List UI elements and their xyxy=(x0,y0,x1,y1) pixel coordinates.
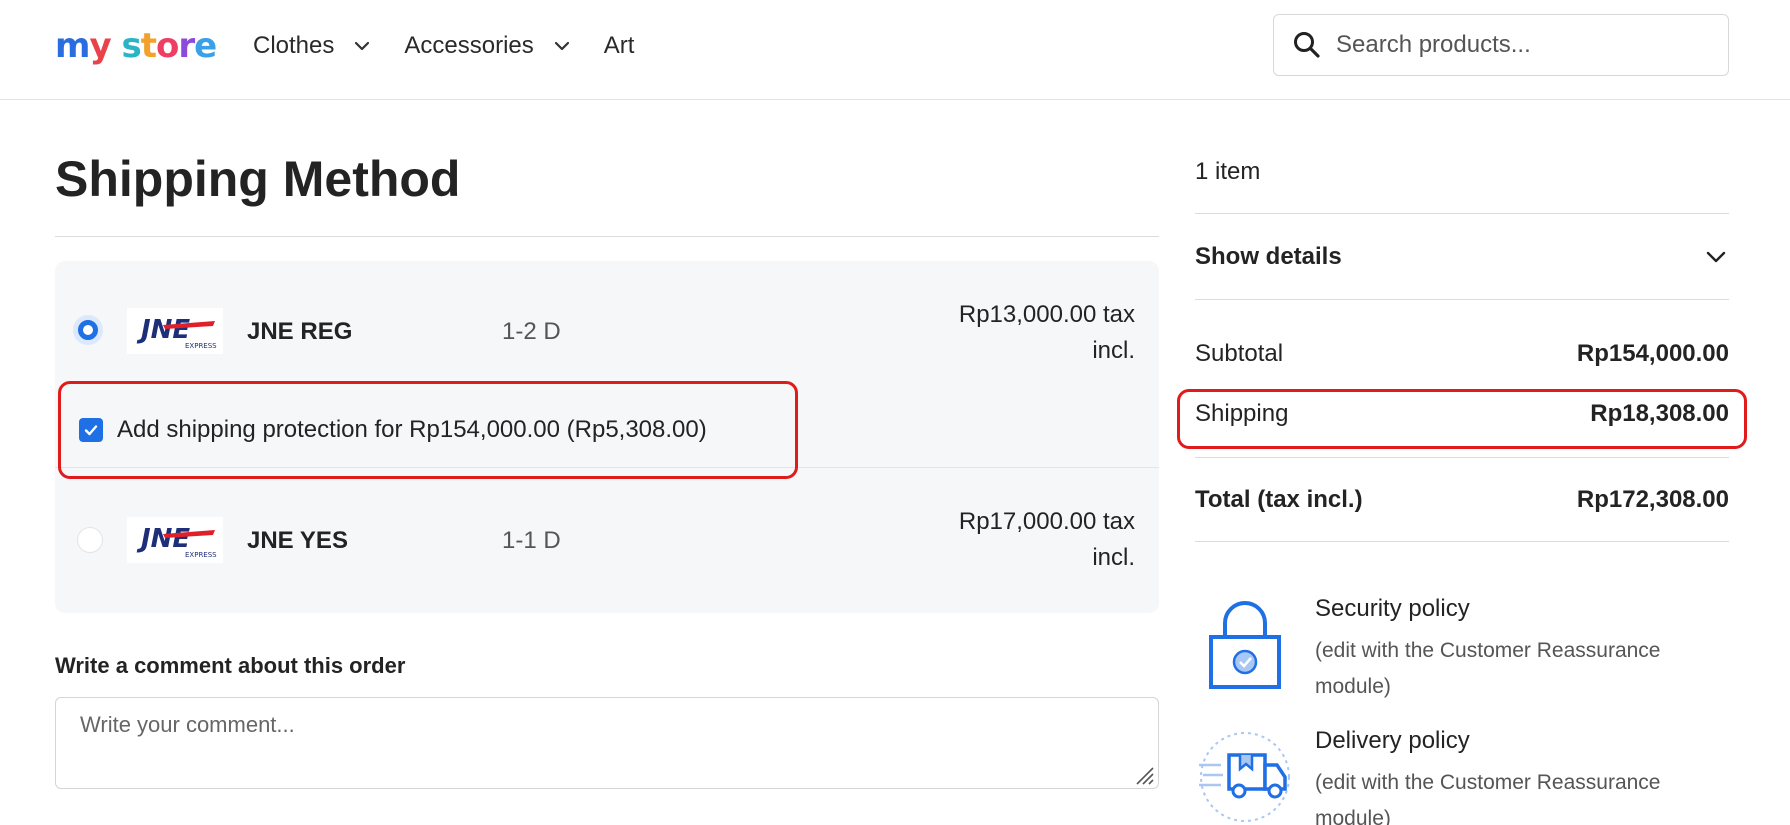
carrier-price: Rp17,000.00 tax incl. xyxy=(895,504,1135,576)
subtotal-value: Rp154,000.00 xyxy=(1576,340,1729,367)
carrier-delay: 1-2 D xyxy=(502,318,561,345)
carrier-radio[interactable] xyxy=(77,527,103,553)
shipping-protection-label: Add shipping protection for Rp154,000.00… xyxy=(117,416,707,443)
nav-item-label: Clothes xyxy=(253,32,335,59)
carrier-option-jne-yes[interactable]: JNE EXPRESS JNE YES 1-1 D Rp17,000.00 ta… xyxy=(55,468,1159,613)
store-logo[interactable]: my store xyxy=(55,18,217,74)
resize-handle-icon[interactable] xyxy=(1133,764,1155,786)
carrier-price-tax-note: incl. xyxy=(1092,544,1135,571)
chevron-down-icon xyxy=(554,41,569,51)
svg-text:EXPRESS: EXPRESS xyxy=(185,551,217,559)
subtotal-row: Subtotal Rp154,000.00 xyxy=(1195,340,1729,368)
carrier-delay: 1-1 D xyxy=(502,527,561,554)
jne-express-logo: JNE EXPRESS xyxy=(127,517,223,563)
nav-item-clothes[interactable]: Clothes xyxy=(253,32,372,60)
show-details-label: Show details xyxy=(1195,243,1342,270)
chevron-down-icon xyxy=(355,41,370,51)
carrier-radio-selected[interactable] xyxy=(73,315,103,345)
divider xyxy=(1195,457,1729,458)
shipping-protection-checkbox[interactable] xyxy=(79,418,103,442)
search-input[interactable] xyxy=(1336,31,1696,59)
carrier-option-jne-reg[interactable]: JNE EXPRESS JNE REG 1-2 D Rp13,000.00 ta… xyxy=(55,261,1159,479)
search-icon[interactable] xyxy=(1292,30,1322,60)
carrier-price-tax-note: incl. xyxy=(1092,337,1135,364)
nav-item-accessories[interactable]: Accessories xyxy=(404,32,571,60)
delivery-truck-icon xyxy=(1199,732,1290,822)
carrier-price-amount: Rp17,000.00 tax xyxy=(958,508,1135,535)
comment-textarea[interactable] xyxy=(55,697,1159,789)
reassurance-description: (edit with the Customer Reassurance modu… xyxy=(1315,771,1661,825)
reassurance-title: Delivery policy xyxy=(1315,727,1470,754)
carrier-name: JNE REG xyxy=(247,318,353,345)
reassurance-description: (edit with the Customer Reassurance modu… xyxy=(1315,639,1661,698)
shipping-protection-option[interactable]: Add shipping protection for Rp154,000.00… xyxy=(58,381,798,479)
shipping-value: Rp18,308.00 xyxy=(1590,400,1729,427)
carrier-list: JNE EXPRESS JNE REG 1-2 D Rp13,000.00 ta… xyxy=(55,261,1159,613)
reassurance-title: Security policy xyxy=(1315,595,1470,622)
carrier-name: JNE YES xyxy=(247,527,348,554)
chevron-down-icon xyxy=(1706,251,1726,263)
items-count: 1 item xyxy=(1195,158,1261,185)
search-box[interactable] xyxy=(1273,14,1729,76)
check-icon xyxy=(84,425,98,436)
subtotal-label: Subtotal xyxy=(1195,340,1284,367)
total-row: Total (tax incl.) Rp172,308.00 xyxy=(1195,486,1729,514)
svg-text:JNE: JNE xyxy=(136,524,190,554)
divider xyxy=(1195,213,1729,214)
svg-text:JNE: JNE xyxy=(136,315,190,345)
show-details-toggle[interactable]: Show details xyxy=(1195,242,1729,272)
lock-icon xyxy=(1209,601,1281,689)
carrier-price-amount: Rp13,000.00 tax xyxy=(958,301,1135,328)
shipping-label: Shipping xyxy=(1195,400,1289,427)
shipping-row: Shipping Rp18,308.00 xyxy=(1195,400,1729,428)
nav-item-label: Accessories xyxy=(404,32,534,59)
comment-label: Write a comment about this order xyxy=(55,653,406,678)
jne-express-logo: JNE EXPRESS xyxy=(127,308,223,354)
divider xyxy=(1195,541,1729,542)
carrier-price: Rp13,000.00 tax incl. xyxy=(895,297,1135,369)
main-nav: Clothes Accessories Art xyxy=(253,28,666,64)
divider xyxy=(55,236,1159,237)
total-value: Rp172,308.00 xyxy=(1576,486,1729,513)
page-title: Shipping Method xyxy=(55,151,461,207)
divider xyxy=(1195,299,1729,300)
svg-text:EXPRESS: EXPRESS xyxy=(185,342,217,350)
total-label: Total (tax incl.) xyxy=(1195,486,1363,513)
site-header: my store Clothes Accessories Art xyxy=(0,0,1790,100)
nav-item-art[interactable]: Art xyxy=(604,32,635,60)
nav-item-label: Art xyxy=(603,32,635,59)
